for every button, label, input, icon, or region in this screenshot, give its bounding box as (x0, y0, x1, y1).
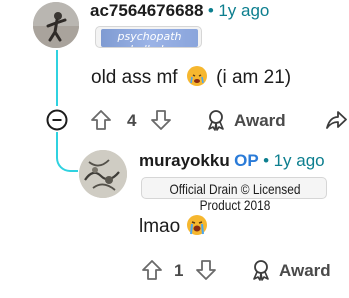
user-flair: Official Drain © Licensed Product 2018 (141, 177, 327, 213)
flair-text: psychopath ballads (117, 30, 182, 47)
collapse-thread-button[interactable] (45, 108, 69, 132)
upvote-button[interactable] (89, 108, 113, 132)
upvote-arrow-icon (142, 260, 162, 280)
username[interactable]: murayokku (139, 151, 230, 170)
comment-header: ac7564676688 • 1y ago (90, 1, 269, 21)
comment-header: murayokku OP • 1y ago (139, 151, 325, 171)
comment-text-suffix: (i am 21) (216, 67, 292, 88)
op-badge: OP (234, 151, 259, 170)
user-flair: psychopath ballads (95, 26, 202, 48)
flair-text: Official Drain © Licensed Product 2018 (169, 181, 301, 213)
upvote-button[interactable] (140, 258, 164, 282)
comment-body: lmao (139, 215, 208, 238)
crying-cat-emoji-icon (186, 66, 207, 86)
upvote-arrow-icon (91, 110, 111, 130)
award-label: Award (234, 111, 286, 130)
comment-text: old ass mf (91, 67, 178, 88)
timestamp[interactable]: 1y ago (218, 1, 269, 20)
comment-text: lmao (139, 216, 181, 237)
thread-line (56, 50, 58, 106)
minus-circle-icon (46, 109, 68, 131)
separator-dot: • (263, 151, 270, 170)
share-arrow-icon (326, 111, 347, 129)
vote-count: 4 (127, 111, 137, 130)
separator-dot: • (207, 1, 214, 20)
username[interactable]: ac7564676688 (90, 1, 203, 20)
downvote-arrow-icon (151, 110, 171, 130)
reply-thread-connector (56, 132, 78, 172)
award-ribbon-icon (253, 260, 269, 281)
vote-count: 1 (174, 261, 184, 280)
avatar-image (79, 150, 127, 198)
comment-body: old ass mf (i am 21) (91, 66, 291, 89)
award-button[interactable]: Award (249, 258, 339, 282)
avatar[interactable] (33, 2, 79, 48)
award-label: Award (279, 261, 331, 280)
avatar[interactable] (79, 150, 127, 198)
downvote-button[interactable] (149, 108, 173, 132)
timestamp[interactable]: 1y ago (274, 151, 325, 170)
avatar-image (33, 2, 79, 48)
award-ribbon-icon (208, 110, 224, 131)
share-button[interactable] (324, 108, 348, 132)
loudly-crying-emoji-icon (187, 215, 208, 235)
downvote-arrow-icon (196, 260, 216, 280)
downvote-button[interactable] (194, 258, 218, 282)
